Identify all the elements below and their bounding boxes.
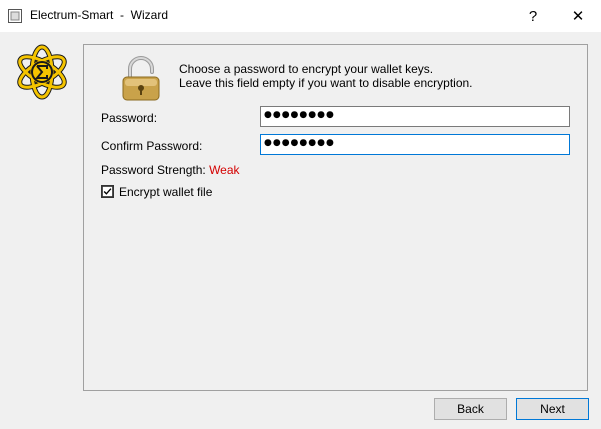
instruction-line-1: Choose a password to encrypt your wallet… (179, 62, 434, 76)
padlock-icon (122, 56, 160, 101)
window-title: Electrum-Smart - Wizard (30, 8, 169, 22)
help-button[interactable]: ? (510, 0, 556, 32)
confirm-password-input[interactable]: ●●●●●●●● (260, 134, 570, 155)
password-input[interactable]: ●●●●●●●● (260, 106, 570, 127)
close-icon: ✕ (571, 8, 585, 25)
instruction-text: Choose a password to encrypt your wallet… (179, 62, 473, 90)
next-button[interactable]: Next (516, 398, 589, 420)
encrypt-wallet-checkbox[interactable] (101, 185, 114, 198)
close-button[interactable]: ✕ (555, 0, 601, 32)
back-button[interactable]: Back (434, 398, 507, 420)
confirm-password-label: Confirm Password: (101, 139, 203, 153)
title-bar[interactable]: Electrum-Smart - Wizard ? ✕ (0, 0, 601, 32)
password-strength: Password Strength: Weak (101, 163, 240, 177)
password-label: Password: (101, 111, 158, 125)
password-strength-label: Password Strength: (101, 163, 210, 177)
electrum-smart-app-icon (8, 9, 22, 23)
encrypt-wallet-label[interactable]: Encrypt wallet file (119, 185, 212, 199)
wizard-window: Electrum-Smart - Wizard ? ✕ Choose a pas… (0, 0, 601, 429)
password-strength-value: Weak (209, 163, 240, 177)
instruction-line-2: Leave this field empty if you want to di… (179, 76, 473, 90)
help-icon: ? (528, 7, 538, 25)
electrum-smart-logo (17, 44, 67, 100)
